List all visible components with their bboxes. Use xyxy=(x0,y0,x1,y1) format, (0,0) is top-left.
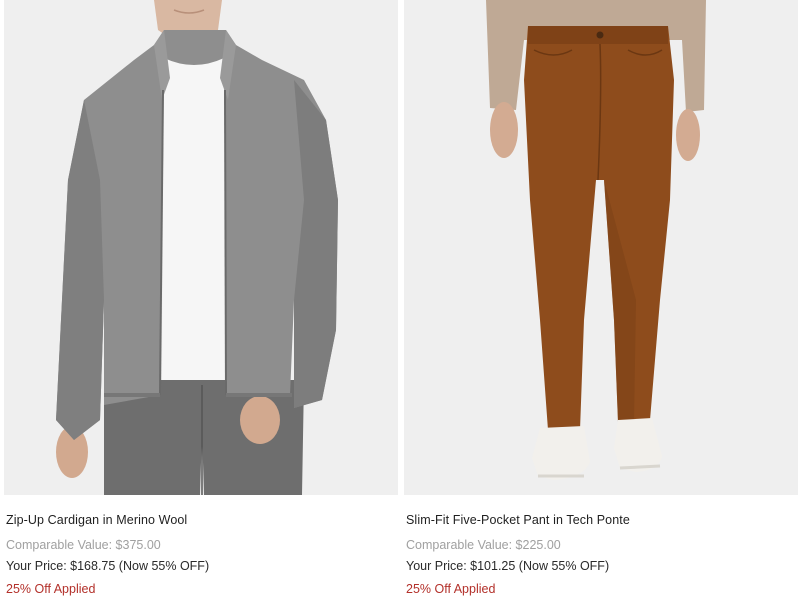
pant-photo-icon xyxy=(404,0,798,495)
product-image-cardigan[interactable] xyxy=(4,0,398,495)
cardigan-photo-icon xyxy=(4,0,398,495)
your-price: Your Price: $101.25 (Now 55% OFF) xyxy=(406,559,610,573)
product-card-cardigan[interactable]: Zip-Up Cardigan in Merino Wool Comparabl… xyxy=(4,0,398,597)
product-info-cardigan: Zip-Up Cardigan in Merino Wool Comparabl… xyxy=(4,495,398,597)
product-card-pant[interactable]: Slim-Fit Five-Pocket Pant in Tech Ponte … xyxy=(404,0,798,597)
product-image-pant[interactable] xyxy=(404,0,798,495)
promo-applied: 25% Off Applied xyxy=(406,582,496,596)
product-name[interactable]: Zip-Up Cardigan in Merino Wool xyxy=(6,512,398,528)
comparable-value: Comparable Value: $375.00 xyxy=(6,538,161,552)
your-price: Your Price: $168.75 (Now 55% OFF) xyxy=(6,559,210,573)
product-info-pant: Slim-Fit Five-Pocket Pant in Tech Ponte … xyxy=(404,495,798,597)
comparable-value: Comparable Value: $225.00 xyxy=(406,538,561,552)
promo-applied: 25% Off Applied xyxy=(6,582,96,596)
product-name[interactable]: Slim-Fit Five-Pocket Pant in Tech Ponte xyxy=(406,512,798,528)
product-grid: Zip-Up Cardigan in Merino Wool Comparabl… xyxy=(0,0,800,608)
